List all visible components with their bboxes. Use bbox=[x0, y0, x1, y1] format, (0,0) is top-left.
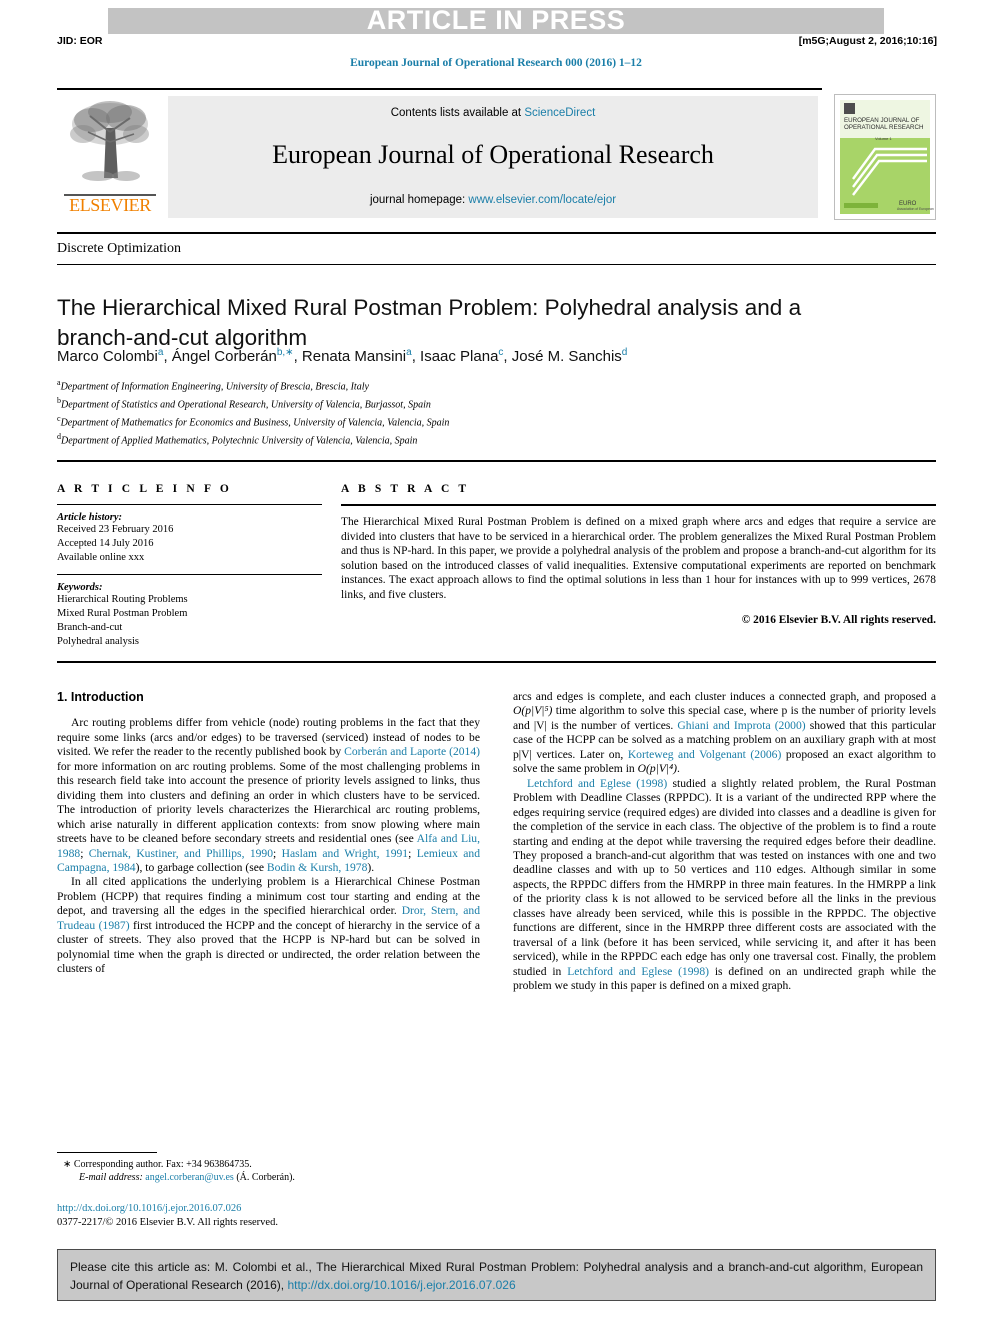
svg-text:EUROPEAN JOURNAL OF: EUROPEAN JOURNAL OF bbox=[844, 117, 920, 124]
running-head: European Journal of Operational Research… bbox=[350, 57, 642, 69]
cite-doi-link[interactable]: http://dx.doi.org/10.1016/j.ejor.2016.07… bbox=[287, 1278, 515, 1292]
footnote-block: ∗ Corresponding author. Fax: +34 9638647… bbox=[57, 1158, 487, 1184]
doi-link[interactable]: http://dx.doi.org/10.1016/j.ejor.2016.07… bbox=[57, 1202, 278, 1216]
abstract-column: A B S T R A C T The Hierarchical Mixed R… bbox=[341, 483, 936, 626]
please-cite-box: Please cite this article as: M. Colombi … bbox=[57, 1249, 936, 1301]
email-link[interactable]: angel.corberan@uv.es bbox=[145, 1172, 234, 1183]
text-run: ; bbox=[408, 846, 417, 860]
svg-text:Volume 1: Volume 1 bbox=[875, 136, 892, 141]
affiliation-text: Department of Applied Mathematics, Polyt… bbox=[61, 435, 418, 447]
title-top-rule bbox=[57, 232, 936, 234]
elsevier-wordmark: ELSEVIER bbox=[69, 195, 151, 215]
text-run: ; bbox=[80, 846, 89, 860]
homepage-prefix: journal homepage: bbox=[369, 194, 469, 206]
keyword-item: Hierarchical Routing Problems bbox=[57, 594, 188, 605]
journal-homepage-link[interactable]: www.elsevier.com/locate/ejor bbox=[468, 194, 616, 206]
abstract-rule bbox=[341, 504, 936, 506]
footnote-rule bbox=[57, 1152, 157, 1154]
text-run: studied a slightly related problem, the … bbox=[513, 776, 936, 978]
citation-link[interactable]: Letchford and Eglese (1998) bbox=[567, 965, 709, 978]
citation-link[interactable]: Ghiani and Improta (2000) bbox=[677, 719, 805, 732]
doi-block: http://dx.doi.org/10.1016/j.ejor.2016.07… bbox=[57, 1202, 278, 1229]
elsevier-tree-icon bbox=[70, 101, 149, 181]
contents-prefix: Contents lists available at bbox=[390, 107, 525, 119]
email-label: E-mail address: bbox=[79, 1172, 143, 1184]
citation-link[interactable]: Bodin & Kursh, 1978 bbox=[267, 861, 367, 874]
keyword-item: Branch-and-cut bbox=[57, 622, 123, 633]
journal-cover-image: EUROPEAN JOURNAL OF OPERATIONAL RESEARCH… bbox=[835, 95, 935, 219]
info-top-rule bbox=[57, 460, 936, 462]
text-run: arcs and edges is complete, and each clu… bbox=[513, 690, 936, 703]
citation-link[interactable]: Corberán and Laporte (2014) bbox=[344, 745, 480, 758]
svg-text:OPERATIONAL RESEARCH: OPERATIONAL RESEARCH bbox=[844, 124, 923, 131]
masthead-top-rule bbox=[57, 88, 822, 90]
paragraph: arcs and edges is complete, and each clu… bbox=[513, 690, 936, 777]
affiliation-text: Department of Statistics and Operational… bbox=[61, 399, 431, 411]
svg-text:Association of European: Association of European bbox=[897, 207, 934, 211]
author-list: Marco Colombia, Ángel Corberánb,∗, Renat… bbox=[57, 347, 628, 365]
history-item: Accepted 14 July 2016 bbox=[57, 538, 154, 549]
abstract-copyright: © 2016 Elsevier B.V. All rights reserved… bbox=[741, 613, 936, 626]
affiliation-list: aDepartment of Information Engineering, … bbox=[57, 376, 937, 448]
citation-link[interactable]: Letchford and Eglese (1998) bbox=[527, 777, 667, 790]
issn-copyright-line: 0377-2217/© 2016 Elsevier B.V. All right… bbox=[57, 1216, 278, 1228]
affiliation-item: cDepartment of Mathematics for Economics… bbox=[57, 412, 937, 430]
body-column-left: 1. Introduction Arc routing problems dif… bbox=[57, 690, 480, 977]
text-run: ). bbox=[367, 860, 375, 874]
keywords-label: Keywords: bbox=[57, 582, 103, 593]
history-item: Received 23 February 2016 bbox=[57, 524, 174, 535]
keyword-item: Mixed Rural Postman Problem bbox=[57, 608, 188, 619]
affiliation-text: Department of Mathematics for Economics … bbox=[60, 417, 450, 429]
email-note: E-mail address: angel.corberan@uv.es (Á.… bbox=[57, 1171, 487, 1184]
journal-id-label: JID: EOR bbox=[57, 35, 103, 47]
paragraph: Letchford and Eglese (1998) studied a sl… bbox=[513, 777, 936, 994]
affiliation-item: aDepartment of Information Engineering, … bbox=[57, 376, 937, 394]
keyword-item: Polyhedral analysis bbox=[57, 636, 139, 647]
typesetter-stamp: [m5G;August 2, 2016;10:16] bbox=[798, 35, 937, 47]
elsevier-logo: ELSEVIER bbox=[62, 96, 158, 218]
keywords-rule bbox=[57, 574, 322, 575]
info-bottom-rule bbox=[57, 661, 936, 663]
history-item: Available online xxx bbox=[57, 552, 145, 563]
article-page: ARTICLE IN PRESS JID: EOR [m5G;August 2,… bbox=[0, 0, 992, 1323]
math-expression: O(p|V|⁴) bbox=[637, 762, 677, 776]
abstract-heading: A B S T R A C T bbox=[341, 483, 470, 495]
text-run: ), to garbage collection (see bbox=[135, 860, 267, 874]
article-info-heading: A R T I C L E I N F O bbox=[57, 483, 232, 495]
section-heading-introduction: 1. Introduction bbox=[57, 690, 144, 704]
affiliation-item: dDepartment of Applied Mathematics, Poly… bbox=[57, 430, 937, 448]
corresponding-author-note: ∗ Corresponding author. Fax: +34 9638647… bbox=[63, 1159, 252, 1170]
email-suffix: (Á. Corberán). bbox=[233, 1172, 295, 1184]
title-sub-rule bbox=[57, 264, 936, 265]
article-history-label: Article history: bbox=[57, 512, 123, 523]
journal-title: European Journal of Operational Research bbox=[272, 140, 714, 169]
paragraph: Arc routing problems differ from vehicle… bbox=[57, 716, 480, 875]
citation-link[interactable]: Korteweg and Volgenant (2006) bbox=[628, 748, 782, 761]
sciencedirect-link[interactable]: ScienceDirect bbox=[524, 107, 595, 119]
journal-homepage-line: journal homepage: www.elsevier.com/locat… bbox=[168, 194, 818, 206]
article-info-column: A R T I C L E I N F O Article history: R… bbox=[57, 483, 322, 649]
text-run: ; bbox=[273, 846, 282, 860]
math-expression: O(p|V|⁵) bbox=[513, 704, 553, 718]
journal-cover-thumbnail: EUROPEAN JOURNAL OF OPERATIONAL RESEARCH… bbox=[834, 94, 936, 220]
text-run: . bbox=[677, 762, 680, 776]
contents-line: Contents lists available at ScienceDirec… bbox=[168, 107, 818, 119]
citation-link[interactable]: Chernak, Kustiner, and Phillips, 1990 bbox=[89, 847, 273, 860]
page-title: The Hierarchical Mixed Rural Postman Pro… bbox=[57, 295, 802, 351]
affiliation-item: bDepartment of Statistics and Operationa… bbox=[57, 394, 937, 412]
citation-link[interactable]: Haslam and Wright, 1991 bbox=[282, 847, 408, 860]
body-column-right: arcs and edges is complete, and each clu… bbox=[513, 690, 936, 994]
paragraph: In all cited applications the underlying… bbox=[57, 875, 480, 976]
article-in-press-label: ARTICLE IN PRESS bbox=[366, 5, 626, 35]
article-info-rule bbox=[57, 504, 322, 505]
affiliation-text: Department of Information Engineering, U… bbox=[60, 381, 369, 393]
article-category: Discrete Optimization bbox=[57, 241, 182, 256]
masthead-box: Contents lists available at ScienceDirec… bbox=[168, 96, 818, 218]
abstract-text: The Hierarchical Mixed Rural Postman Pro… bbox=[341, 516, 936, 601]
